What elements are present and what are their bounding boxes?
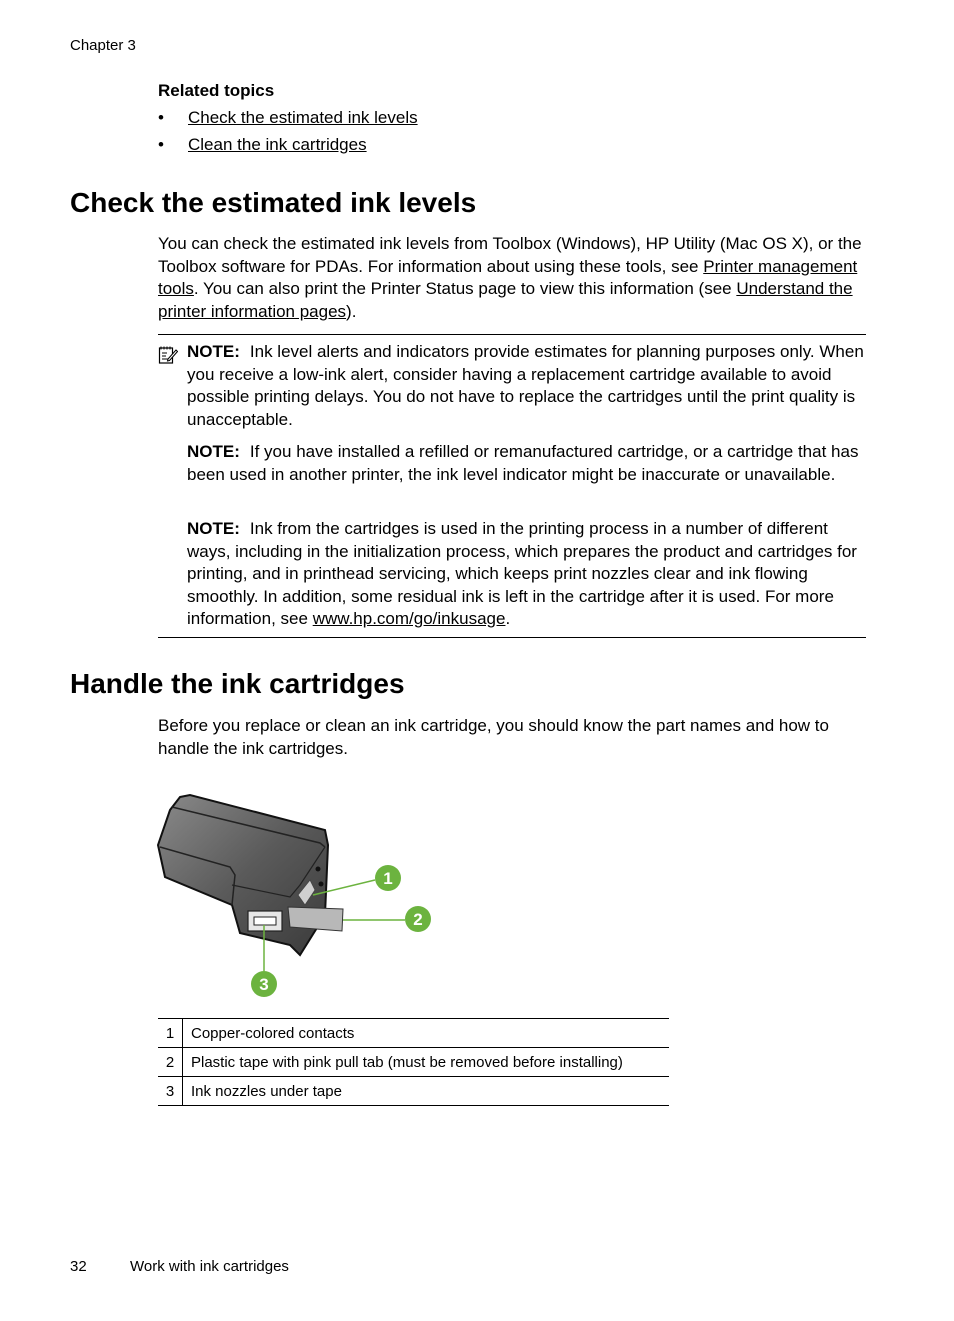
text: . xyxy=(505,609,511,628)
text: . You can also print the Printer Status … xyxy=(193,279,737,298)
footer-title: Work with ink cartridges xyxy=(130,1258,289,1275)
callout-3: 3 xyxy=(251,971,277,997)
callout-1-label: 1 xyxy=(383,869,392,888)
note-label: NOTE: xyxy=(187,342,240,361)
page-number: 32 xyxy=(70,1258,87,1275)
table-row: 3 Ink nozzles under tape xyxy=(158,1076,669,1106)
note-text: Ink level alerts and indicators provide … xyxy=(187,342,864,429)
legend-description: Ink nozzles under tape xyxy=(182,1076,669,1106)
bullet: • xyxy=(158,135,164,154)
callout-2: 2 xyxy=(405,906,431,932)
note-text: If you have installed a refilled or rema… xyxy=(187,442,859,484)
legend-number: 2 xyxy=(158,1047,183,1077)
heading-check-ink-levels: Check the estimated ink levels xyxy=(70,187,477,218)
ink-cartridge-illustration: 1 2 3 xyxy=(156,793,431,997)
paragraph-handle-cartridges: Before you replace or clean an ink cartr… xyxy=(158,716,829,758)
table-row: 1 Copper-colored contacts xyxy=(158,1018,669,1048)
related-topics-list: • Check the estimated ink levels • Clean… xyxy=(158,107,418,161)
legend-number: 1 xyxy=(158,1018,183,1048)
note-label: NOTE: xyxy=(187,519,240,538)
callout-3-label: 3 xyxy=(259,975,268,994)
parts-legend-table: 1 Copper-colored contacts 2 Plastic tape… xyxy=(158,1018,669,1106)
link-inkusage[interactable]: www.hp.com/go/inkusage xyxy=(313,609,506,628)
cartridge-body xyxy=(156,793,344,957)
paragraph-check-ink: You can check the estimated ink levels f… xyxy=(158,233,868,323)
text: ). xyxy=(346,301,357,321)
legend-number: 3 xyxy=(158,1076,183,1106)
bullet: • xyxy=(158,108,164,127)
note-3: NOTE: Ink from the cartridges is used in … xyxy=(187,518,867,631)
related-topics-title: Related topics xyxy=(158,81,275,100)
note-2: NOTE: If you have installed a refilled or… xyxy=(187,441,867,486)
note-1: NOTE: Ink level alerts and indicators pro… xyxy=(187,341,867,431)
link-clean-cartridges[interactable]: Clean the ink cartridges xyxy=(188,135,367,154)
note-box: NOTE: Ink level alerts and indicators pro… xyxy=(158,334,866,638)
heading-handle-cartridges: Handle the ink cartridges xyxy=(70,668,405,699)
plastic-tape xyxy=(287,906,344,932)
list-item: • Clean the ink cartridges xyxy=(158,134,418,161)
callout-2-label: 2 xyxy=(413,910,422,929)
note-text: Ink from the cartridges is used in the p… xyxy=(187,519,857,628)
link-check-ink-levels[interactable]: Check the estimated ink levels xyxy=(188,108,418,127)
chapter-header: Chapter 3 xyxy=(70,37,136,54)
callout-1: 1 xyxy=(375,865,401,891)
legend-description: Plastic tape with pink pull tab (must be… xyxy=(182,1047,669,1077)
legend-description: Copper-colored contacts xyxy=(182,1018,669,1048)
note-label: NOTE: xyxy=(187,442,240,461)
note-icon xyxy=(158,346,178,364)
list-item: • Check the estimated ink levels xyxy=(158,107,418,134)
table-row: 2 Plastic tape with pink pull tab (must … xyxy=(158,1047,669,1077)
